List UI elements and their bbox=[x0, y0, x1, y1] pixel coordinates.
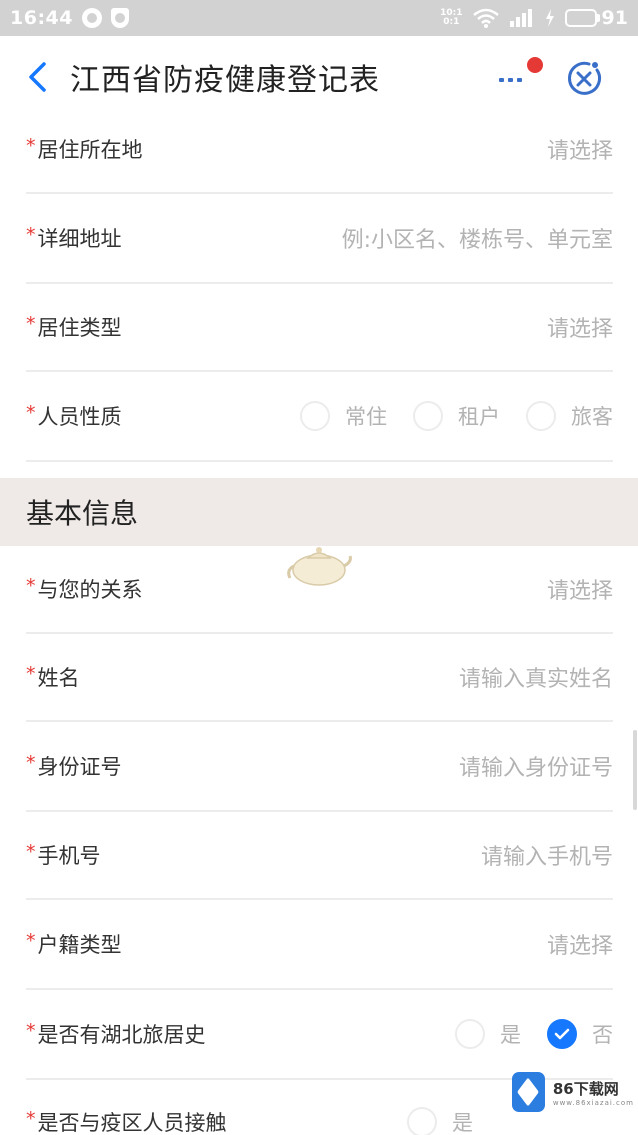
detailed-address-input[interactable]: 例:小区名、楼栋号、单元室 bbox=[342, 222, 613, 254]
household-type-row[interactable]: * 户籍类型 请选择 bbox=[26, 900, 613, 990]
name-input[interactable]: 请输入真实姓名 bbox=[459, 661, 613, 693]
back-arrow-icon bbox=[29, 62, 46, 92]
required-mark: * bbox=[26, 575, 36, 597]
radio-circle[interactable] bbox=[526, 401, 556, 431]
battery-icon: 91 bbox=[564, 7, 628, 29]
more-button[interactable] bbox=[495, 54, 543, 94]
watermark-site: www.86xiazai.com bbox=[552, 1098, 634, 1107]
check-icon bbox=[554, 1028, 570, 1040]
required-mark: * bbox=[26, 402, 36, 424]
required-mark: * bbox=[26, 752, 36, 774]
required-mark: * bbox=[26, 224, 36, 246]
notification-icon bbox=[81, 8, 102, 28]
radio-option-no[interactable]: 否 bbox=[547, 1019, 613, 1049]
id-number-row[interactable]: * 身份证号 请输入身份证号 bbox=[26, 722, 613, 812]
basic-info-section-header: 基本信息 bbox=[0, 478, 638, 546]
field-label: * 人员性质 bbox=[26, 402, 122, 429]
required-mark: * bbox=[26, 1108, 36, 1130]
close-mini-program-button[interactable] bbox=[564, 58, 604, 98]
detailed-address-row[interactable]: * 详细地址 例:小区名、楼栋号、单元室 bbox=[26, 194, 613, 284]
name-row[interactable]: * 姓名 请输入真实姓名 bbox=[26, 634, 613, 722]
required-mark: * bbox=[26, 663, 36, 685]
required-mark: * bbox=[26, 930, 36, 952]
field-label: * 详细地址 bbox=[26, 224, 122, 251]
id-number-input[interactable]: 请输入身份证号 bbox=[459, 750, 613, 782]
residence-type-row[interactable]: * 居住类型 请选择 bbox=[26, 284, 613, 372]
teapot-sticker-icon bbox=[287, 547, 352, 586]
status-bar: 16:44 10:1 0:1 91 bbox=[0, 0, 638, 36]
wifi-icon bbox=[472, 8, 499, 28]
epidemic-contact-radio-group: 是 bbox=[381, 1107, 473, 1135]
residence-location-row[interactable]: * 居住所在地 请选择 bbox=[26, 106, 613, 194]
network-speed-icon: 10:1 0:1 bbox=[440, 8, 463, 27]
relationship-select[interactable]: 请选择 bbox=[547, 573, 613, 605]
field-label: * 姓名 bbox=[26, 663, 80, 690]
hubei-history-row: * 是否有湖北旅居史 是 否 bbox=[26, 990, 613, 1080]
signal-icon bbox=[509, 9, 532, 27]
radio-option-resident[interactable]: 常住 bbox=[300, 401, 387, 431]
section-title: 基本信息 bbox=[26, 497, 139, 530]
radio-circle[interactable] bbox=[407, 1107, 437, 1135]
field-label: * 身份证号 bbox=[26, 752, 122, 779]
field-label: * 是否有湖北旅居史 bbox=[26, 1020, 206, 1047]
radio-circle[interactable] bbox=[455, 1019, 485, 1049]
radio-option-yes[interactable]: 是 bbox=[407, 1107, 473, 1135]
hubei-history-radio-group: 是 否 bbox=[429, 1019, 613, 1049]
cube-logo-icon bbox=[512, 1072, 545, 1112]
more-icon bbox=[499, 57, 543, 82]
required-mark: * bbox=[26, 1020, 36, 1042]
phone-input[interactable]: 请输入手机号 bbox=[481, 839, 613, 871]
personnel-type-radio-group: 常住 租户 旅客 bbox=[274, 401, 613, 431]
field-label: * 手机号 bbox=[26, 841, 101, 868]
residence-location-select[interactable]: 请选择 bbox=[547, 133, 613, 165]
field-label: * 居住所在地 bbox=[26, 135, 143, 162]
field-label: * 居住类型 bbox=[26, 313, 122, 340]
scrollbar-thumb[interactable] bbox=[633, 730, 637, 810]
required-mark: * bbox=[26, 135, 36, 157]
field-label: * 与您的关系 bbox=[26, 575, 143, 602]
radio-circle-checked[interactable] bbox=[547, 1019, 577, 1049]
watermark-86xiazai: 86下载网 www.86xiazai.com bbox=[512, 1070, 634, 1114]
close-circle-icon bbox=[568, 61, 602, 95]
household-type-select[interactable]: 请选择 bbox=[547, 928, 613, 960]
radio-circle[interactable] bbox=[300, 401, 330, 431]
battery-level: 91 bbox=[601, 7, 628, 29]
radio-circle[interactable] bbox=[413, 401, 443, 431]
watermark-name: 86下载网 bbox=[552, 1079, 619, 1098]
required-mark: * bbox=[26, 313, 36, 335]
charging-icon bbox=[545, 9, 554, 27]
personnel-type-row: * 人员性质 常住 租户 旅客 bbox=[26, 372, 613, 462]
field-label: * 户籍类型 bbox=[26, 930, 122, 957]
residence-type-select[interactable]: 请选择 bbox=[547, 311, 613, 343]
radio-option-traveler[interactable]: 旅客 bbox=[526, 401, 613, 431]
required-mark: * bbox=[26, 841, 36, 863]
phone-row[interactable]: * 手机号 请输入手机号 bbox=[26, 812, 613, 900]
radio-option-tenant[interactable]: 租户 bbox=[413, 401, 500, 431]
radio-option-yes[interactable]: 是 bbox=[455, 1019, 521, 1049]
shield-icon bbox=[110, 8, 129, 28]
page-title: 江西省防疫健康登记表 bbox=[70, 63, 380, 98]
field-label: * 是否与疫区人员接触 bbox=[26, 1108, 227, 1135]
status-time: 16:44 bbox=[10, 7, 73, 29]
